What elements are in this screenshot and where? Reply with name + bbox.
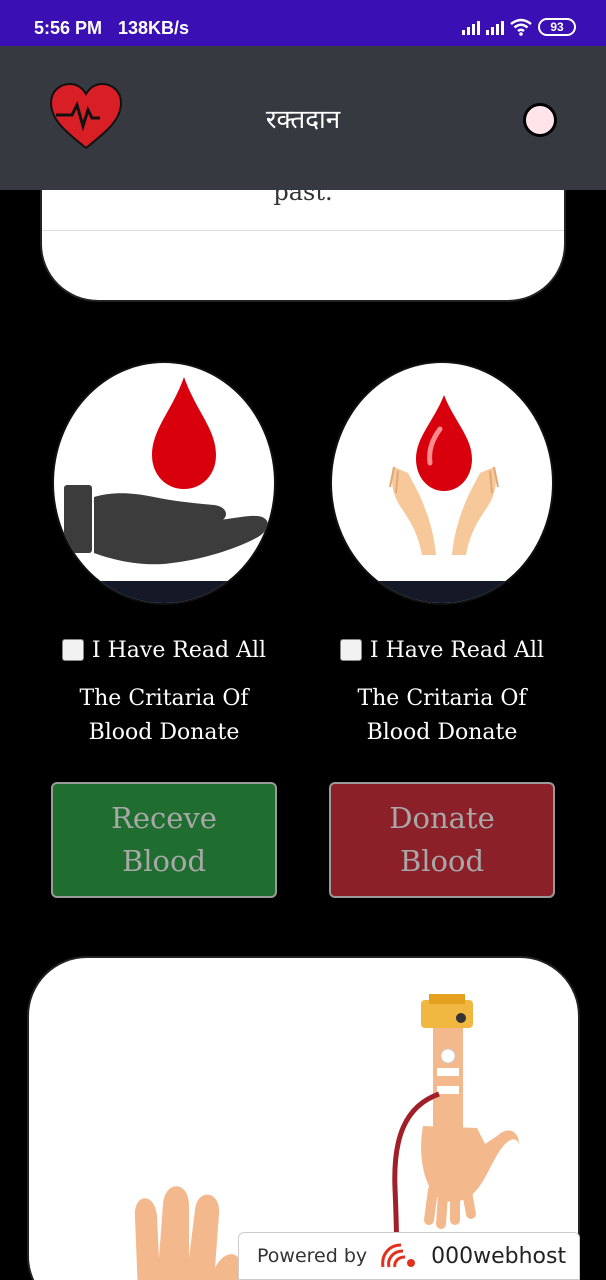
status-icons: 93 xyxy=(462,18,576,36)
circle-band xyxy=(54,581,274,603)
receive-blood-button[interactable]: Receve Blood xyxy=(51,782,277,898)
donate-criteria-text: The Critaria Of Blood Donate xyxy=(357,686,527,745)
circle-band xyxy=(332,581,552,603)
donate-criteria: I Have Read All The Critaria Of Blood Do… xyxy=(326,632,558,750)
signal-icon xyxy=(462,19,480,35)
signal-icon-2 xyxy=(486,19,504,35)
receive-criteria-text: The Critaria Of Blood Donate xyxy=(79,686,249,745)
receive-criteria-checkbox[interactable] xyxy=(61,639,84,661)
status-time: 5:56 PM xyxy=(34,18,103,38)
donate-criteria-checkbox[interactable] xyxy=(339,639,362,661)
donate-criteria-row[interactable]: I Have Read All xyxy=(326,632,558,668)
powered-by-badge[interactable]: Powered by 000webhost xyxy=(238,1232,580,1280)
receive-checkbox-label: I Have Read All xyxy=(91,637,267,663)
wifi-icon xyxy=(510,18,532,36)
donate-blood-button[interactable]: Donate Blood xyxy=(329,782,555,898)
theme-toggle-icon[interactable] xyxy=(523,103,557,137)
receive-criteria-row[interactable]: I Have Read All xyxy=(48,632,280,668)
donate-checkbox-label: I Have Read All xyxy=(369,637,545,663)
app-title: रक्तदान xyxy=(265,105,341,135)
webhost-brand: 000webhost xyxy=(431,1243,567,1269)
divider xyxy=(42,230,564,231)
status-bar: 5:56 PM 138KB/s 93 xyxy=(0,0,606,46)
hand-blood-drop-icon xyxy=(52,361,276,605)
powered-by-label: Powered by xyxy=(257,1245,368,1267)
app-header: रक्तदान xyxy=(0,46,606,190)
webhost-logo-icon xyxy=(381,1243,416,1268)
battery-icon: 93 xyxy=(538,18,576,36)
receive-criteria: I Have Read All The Critaria Of Blood Do… xyxy=(48,632,280,750)
hands-blood-drop-icon xyxy=(330,361,554,605)
network-speed: 138KB/s xyxy=(118,18,190,38)
